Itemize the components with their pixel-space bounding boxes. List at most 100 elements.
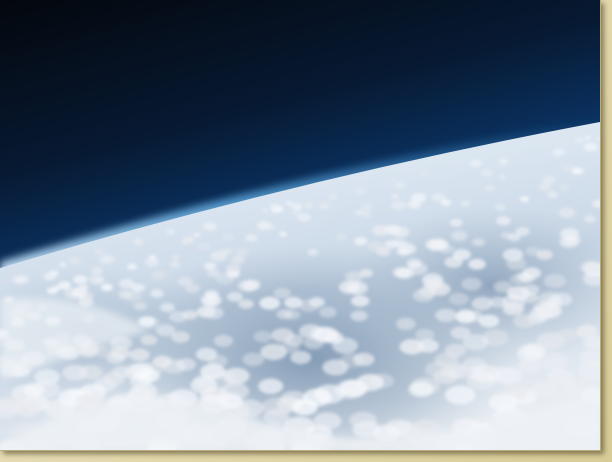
cloud-puff [319, 306, 337, 318]
cloud-puff [361, 211, 372, 218]
cloud-puff [242, 279, 261, 291]
cloud-puff [171, 254, 181, 261]
cloud-puff [73, 275, 88, 285]
cloud-puff [102, 371, 125, 386]
cloud-puff [145, 258, 159, 267]
cloud-puff [489, 393, 518, 412]
cloud-puff [236, 248, 249, 256]
cloud-puff [95, 346, 114, 358]
cloud-puff [278, 231, 288, 237]
cloud-puff [444, 385, 476, 405]
cloud-puff [59, 262, 67, 267]
cloud-puff [424, 361, 452, 378]
cloud-puff [319, 203, 330, 210]
cloud-puff [480, 169, 494, 177]
cloud-puff [510, 274, 529, 286]
cloud-puff [506, 257, 527, 271]
cloud-puff [155, 324, 176, 337]
cloud-puff [450, 230, 468, 242]
cloud-puff [355, 188, 366, 195]
cloud-puff [349, 411, 378, 429]
cloud-puff [242, 352, 265, 367]
cloud-puff [423, 278, 442, 290]
cloud-puff [307, 248, 319, 256]
cloud-puff [150, 289, 164, 298]
cloud-puff [449, 218, 463, 227]
cloud-puff [559, 184, 571, 191]
cloud-puff [130, 362, 155, 378]
cloud-puff [496, 216, 511, 226]
cloud-puff [584, 215, 597, 223]
cloud-puff [502, 302, 525, 316]
cloud-puff [169, 311, 188, 323]
cloud-puff [253, 330, 273, 343]
cloud-puff [543, 274, 566, 288]
cloud-puff [542, 175, 557, 184]
cloud-puff [544, 296, 563, 308]
cloud-puff [367, 241, 385, 252]
cloud-puff [291, 203, 302, 210]
cloud-puff [361, 204, 373, 211]
cloud-puff [207, 354, 228, 368]
cloud-puff [225, 263, 241, 274]
cloud-puff [536, 249, 553, 260]
cloud-puff [584, 142, 598, 152]
cloud-puff [227, 291, 243, 302]
cloud-puff [354, 237, 368, 246]
cloud-puff [336, 233, 347, 241]
cloud-puff [165, 229, 175, 235]
cloud-puff [90, 278, 102, 286]
cloud-puff [584, 136, 591, 140]
cloud-puff [190, 377, 218, 394]
cloud-puff [193, 232, 201, 237]
cloud-puff [197, 242, 211, 251]
cloud-puff [203, 262, 217, 270]
cloud-puff [290, 351, 312, 364]
cloud-puff [431, 193, 446, 202]
cloud-puff [415, 328, 435, 341]
cloud-puff [576, 325, 598, 339]
cloud-puff [78, 284, 89, 291]
cloud-puff [196, 306, 216, 318]
cloud-puff [203, 222, 217, 231]
cloud-puff [513, 314, 536, 329]
cloud-puff [261, 397, 293, 416]
cloud-puff [58, 280, 71, 289]
cloud-puff [395, 317, 416, 330]
cloud-puff [259, 296, 281, 310]
cloud-puff [353, 352, 375, 366]
cloud-puff [559, 236, 579, 248]
cloud-puff [521, 292, 539, 304]
cloud-puff [471, 296, 493, 311]
cloud-puff [351, 295, 370, 307]
cloud-puff [118, 278, 135, 289]
cloud-puff [260, 343, 287, 361]
cloud-puff [127, 263, 138, 270]
cloud-puff [499, 158, 508, 165]
cloud-puff [391, 200, 407, 210]
cloud-puff [245, 234, 258, 242]
cloud-puff [15, 275, 30, 284]
cloud-puff [359, 269, 373, 278]
cloud-puff [538, 352, 569, 371]
cloud-puff [507, 233, 521, 242]
cloud-puff [124, 291, 142, 302]
cloud-puff [298, 324, 323, 339]
cloud-puff [499, 175, 506, 180]
cloud-puff [468, 258, 486, 270]
cloud-puff [159, 302, 175, 313]
cloud-puff [303, 336, 324, 350]
cloud-puff [151, 270, 166, 280]
cloud-puff [346, 281, 368, 295]
cloud-puff [394, 181, 406, 189]
cloud-puff [258, 378, 284, 394]
cloud-puff [393, 239, 407, 247]
cloud-puff [101, 283, 113, 291]
cloud-puff [396, 267, 415, 279]
cloud-puff [273, 287, 291, 299]
earth-horizon-image [0, 0, 600, 450]
cloud-puff [200, 293, 222, 307]
photo-frame-mat [0, 0, 612, 462]
cloud-puff [420, 171, 428, 176]
cloud-puff [62, 364, 88, 381]
